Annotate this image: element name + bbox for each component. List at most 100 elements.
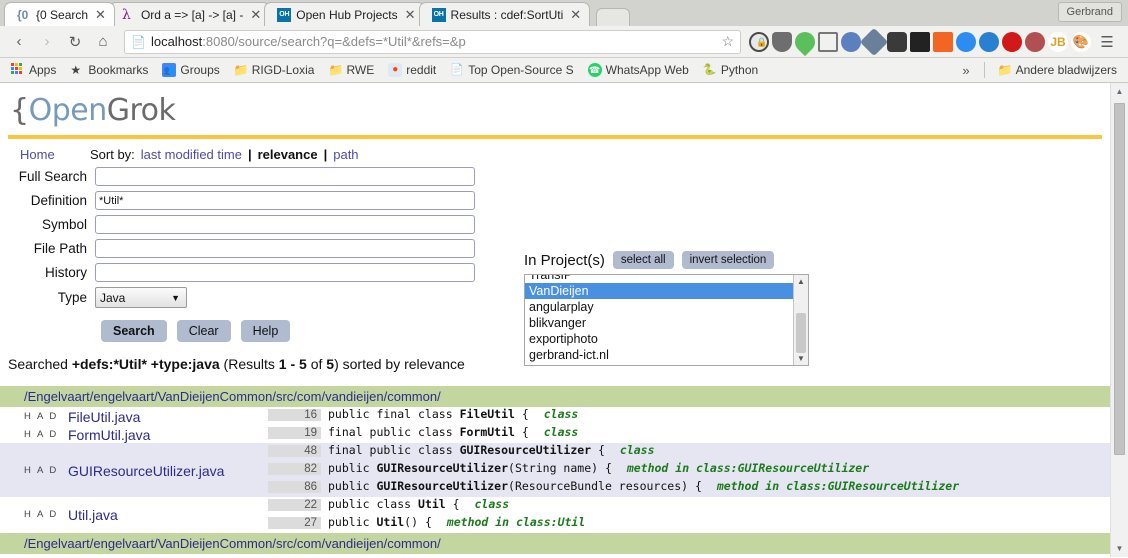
location-pin-icon[interactable] <box>790 27 820 56</box>
line-number[interactable]: 16 <box>268 409 321 421</box>
tag-icon[interactable] <box>859 27 889 56</box>
help-button[interactable]: Help <box>240 320 291 342</box>
line-number[interactable]: 82 <box>268 463 321 475</box>
file-link-label[interactable]: FileUtil.java <box>68 409 140 425</box>
bookmarks-overflow-icon[interactable]: » <box>956 63 975 78</box>
file-link[interactable]: GUIResourceUtilizer.java <box>68 443 268 497</box>
forward-icon[interactable]: › <box>34 29 60 55</box>
scroll-up-icon[interactable]: ▲ <box>794 275 808 288</box>
file-link[interactable]: FormUtil.java <box>68 425 268 443</box>
globe-icon[interactable] <box>841 31 861 52</box>
bookmark-reddit[interactable]: ● reddit <box>383 61 441 79</box>
clear-button[interactable]: Clear <box>176 320 231 342</box>
project-option-twistedmind[interactable]: twistedmind.nu <box>525 363 808 365</box>
file-link-label[interactable]: FormUtil.java <box>68 427 150 443</box>
search-button[interactable]: Search <box>101 320 167 342</box>
sort-option-path[interactable]: path <box>333 147 358 162</box>
bookmark-groups[interactable]: 👥 Groups <box>157 61 224 79</box>
project-option-exportiphoto[interactable]: exportiphoto <box>525 331 808 347</box>
browser-tab-2[interactable]: λ Ord a => [a] -> [a] - ✕ <box>108 2 271 26</box>
chart-icon[interactable] <box>933 31 953 52</box>
page-scrollbar[interactable]: ▲ ▼ <box>1110 83 1128 557</box>
file-link[interactable]: Util.java <box>68 497 268 533</box>
line-number[interactable]: 19 <box>268 427 321 439</box>
bookmark-python[interactable]: 🐍 Python <box>698 61 763 79</box>
projects-scrollbar[interactable]: ▲ ▼ <box>793 275 808 365</box>
table-row: H A D GUIResourceUtilizer.java 48 final … <box>0 443 1110 497</box>
invert-selection-button[interactable]: invert selection <box>681 251 775 269</box>
lock-icon[interactable]: 🔒 <box>749 31 769 52</box>
new-tab-button[interactable] <box>596 8 631 26</box>
pocket-icon[interactable] <box>772 31 792 52</box>
file-link-label[interactable]: Util.java <box>68 507 118 523</box>
select-all-button[interactable]: select all <box>612 251 674 269</box>
had-links[interactable]: H A D <box>0 497 68 533</box>
reload-icon[interactable]: ↻ <box>62 29 88 55</box>
opengrok-logo[interactable]: {OpenGrok <box>0 83 1110 132</box>
browser-tab-1[interactable]: {0 {0 Search ✕ <box>4 2 115 26</box>
line-number[interactable]: 22 <box>268 499 321 511</box>
file-link-label[interactable]: GUIResourceUtilizer.java <box>68 463 224 479</box>
adblock-icon[interactable] <box>1002 31 1022 52</box>
definition-input[interactable] <box>95 191 475 210</box>
scrollbar-thumb[interactable] <box>1114 103 1125 455</box>
line-number[interactable]: 48 <box>268 445 321 457</box>
jetbrains-icon[interactable]: JB <box>1048 31 1068 52</box>
project-option-angularplay[interactable]: angularplay <box>525 299 808 315</box>
directory-header-next[interactable]: /Engelvaart/engelvaart/VanDieijenCommon/… <box>0 533 1110 554</box>
cast-icon[interactable] <box>818 31 838 52</box>
hootsuite-icon[interactable] <box>979 31 999 52</box>
project-option-transip[interactable]: TransIP <box>525 275 808 283</box>
address-bar[interactable]: 📄 localhost:8080/source/search?q=&defs=*… <box>124 29 741 54</box>
had-links[interactable]: H A D <box>0 407 68 425</box>
apple-icon[interactable] <box>1025 31 1045 52</box>
buffer-icon[interactable] <box>910 31 930 52</box>
home-link[interactable]: Home <box>0 147 90 162</box>
tab-close-icon[interactable]: ✕ <box>568 8 583 21</box>
browser-tab-4[interactable]: OH Results : cdef:SortUti ✕ <box>418 2 591 26</box>
line-number[interactable]: 86 <box>268 481 321 493</box>
browser-tab-3[interactable]: OH Open Hub Projects ✕ <box>264 2 425 26</box>
video-icon[interactable] <box>956 31 976 52</box>
evernote-icon[interactable] <box>887 31 907 52</box>
file-link[interactable]: FileUtil.java <box>68 407 268 425</box>
scroll-up-icon[interactable]: ▲ <box>1111 83 1128 100</box>
project-option-blikvanger[interactable]: blikvanger <box>525 315 808 331</box>
bookmark-bookmarks[interactable]: ★ Bookmarks <box>65 61 153 79</box>
colorpicker-icon[interactable]: 🎨 <box>1071 31 1091 52</box>
home-icon[interactable]: ⌂ <box>90 29 116 55</box>
table-row: H A D FormUtil.java 19 final public clas… <box>0 425 1110 443</box>
bookmark-top-open-source[interactable]: 📄 Top Open-Source S <box>445 61 578 79</box>
bookmark-apps[interactable]: Apps <box>6 61 61 79</box>
bookmark-other-bookmarks[interactable]: 📁 Andere bladwijzers <box>993 61 1122 79</box>
symbol-input[interactable] <box>95 215 475 234</box>
file-path-input[interactable] <box>95 239 475 258</box>
full-search-input[interactable] <box>95 167 475 186</box>
sort-option-relevance[interactable]: relevance <box>258 147 318 162</box>
back-icon[interactable]: ‹ <box>6 29 32 55</box>
tab-close-icon[interactable]: ✕ <box>403 8 418 21</box>
projects-header: In Project(s) select all invert selectio… <box>524 251 814 269</box>
tab-close-icon[interactable]: ✕ <box>93 8 108 21</box>
project-option-vandieijen[interactable]: VanDieijen <box>525 283 808 299</box>
chrome-menu-icon[interactable]: ☰ <box>1094 29 1120 55</box>
bookmark-rigd-loxia[interactable]: 📁 RIGD-Loxia <box>229 61 320 79</box>
projects-listbox[interactable]: TransIP VanDieijen angularplay blikvange… <box>524 274 809 366</box>
project-option-gerbrand-ict[interactable]: gerbrand-ict.nl <box>525 347 808 363</box>
type-select[interactable]: Java ▼ <box>95 287 187 308</box>
home-link-label[interactable]: Home <box>20 147 55 162</box>
tab-close-icon[interactable]: ✕ <box>248 8 263 21</box>
profile-button[interactable]: Gerbrand <box>1057 2 1122 22</box>
line-number[interactable]: 27 <box>268 517 321 529</box>
scrollbar-thumb[interactable] <box>796 313 806 353</box>
history-input[interactable] <box>95 263 475 282</box>
had-links[interactable]: H A D <box>0 443 68 497</box>
sort-option-last-modified[interactable]: last modified time <box>141 147 242 162</box>
had-links[interactable]: H A D <box>0 425 68 443</box>
bookmark-rwe[interactable]: 📁 RWE <box>323 61 379 79</box>
scroll-down-icon[interactable]: ▼ <box>794 352 808 365</box>
bookmark-star-icon[interactable]: ☆ <box>721 33 734 50</box>
bookmark-whatsapp-web[interactable]: ☎ WhatsApp Web <box>583 61 694 79</box>
directory-header[interactable]: /Engelvaart/engelvaart/VanDieijenCommon/… <box>0 386 1110 407</box>
scroll-down-icon[interactable]: ▼ <box>1111 540 1128 557</box>
